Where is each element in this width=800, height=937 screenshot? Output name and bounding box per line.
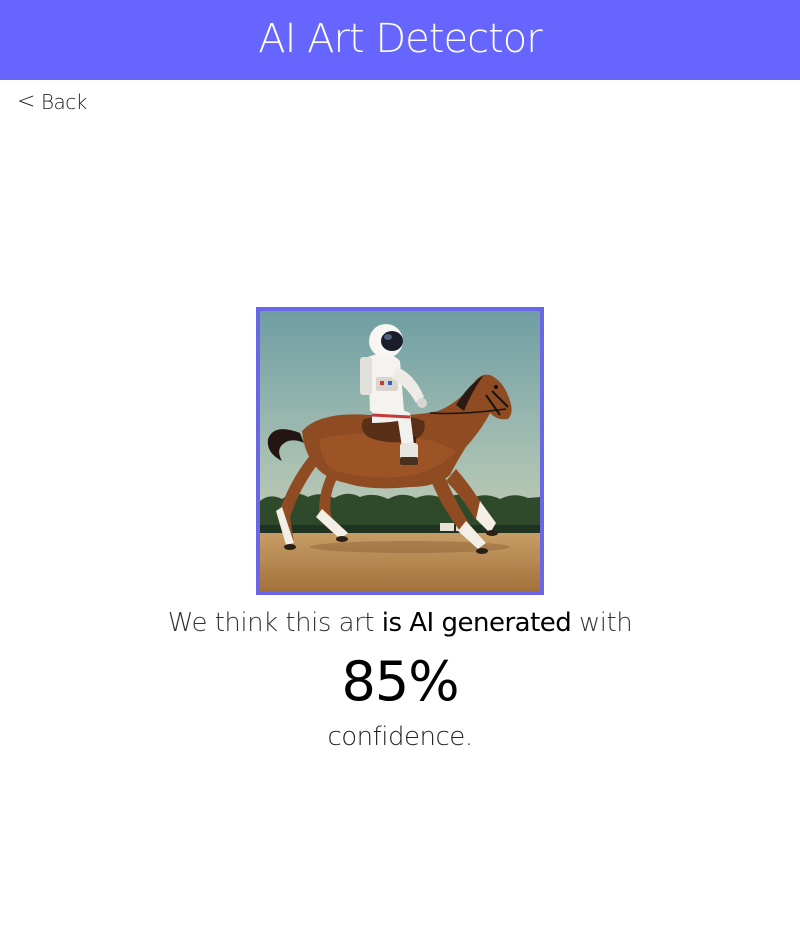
artwork-image [260, 311, 540, 591]
verdict-label: is AI generated [381, 608, 572, 638]
verdict-sentence: We think this art is AI generated with [0, 608, 800, 638]
chevron-left-icon: < [17, 89, 35, 114]
verdict-prefix: We think this art [167, 608, 375, 638]
app-header: AI Art Detector [0, 0, 800, 80]
uploaded-artwork [256, 307, 544, 595]
app-title: AI Art Detector [258, 16, 542, 62]
confidence-label: confidence. [327, 722, 473, 752]
verdict-suffix: with [579, 608, 633, 638]
back-label: Back [40, 90, 87, 114]
back-button[interactable]: < Back [17, 90, 87, 114]
confidence-percentage: 85% [341, 650, 459, 713]
